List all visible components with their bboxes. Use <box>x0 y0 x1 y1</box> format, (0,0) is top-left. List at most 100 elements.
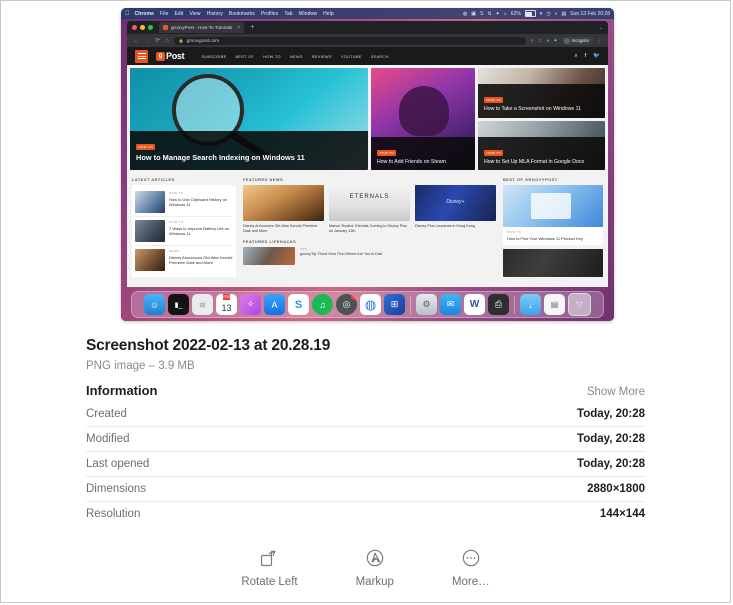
affinity-photo-icon[interactable]: ✧ <box>240 294 261 315</box>
documents-stack-icon[interactable]: ▤ <box>544 294 565 315</box>
row-key: Last opened <box>86 458 150 470</box>
hamburger-menu-icon[interactable] <box>135 49 148 63</box>
zoom-button[interactable] <box>148 25 153 30</box>
parallels-windows-icon[interactable]: ⊞ <box>384 294 405 315</box>
list-item[interactable]: NEWS Disney Announces Obi-Wan Kenobi Pre… <box>135 246 233 274</box>
hero-card-mla[interactable]: HOW TO How to Set Up MLA Format in Googl… <box>478 120 605 170</box>
menu-item-view[interactable]: View <box>190 11 201 17</box>
list-item[interactable]: Disney Plus Launches in Hong Kong <box>415 185 496 234</box>
best-of-thumbnail-secondary[interactable] <box>503 249 603 278</box>
menu-item-history[interactable]: History <box>207 11 223 17</box>
terminal-icon[interactable]: ▮_ <box>168 294 189 315</box>
chevron-down-icon[interactable]: ⌄ <box>599 25 603 31</box>
list-item[interactable]: HOW TO How to Use Clipboard History on W… <box>135 188 233 217</box>
screenshot-preview[interactable]:  Chrome File Edit View History Bookmark… <box>121 8 614 321</box>
extension-icon[interactable]: ✦ <box>553 38 557 44</box>
list-item[interactable]: HOW TO How to Find Your Windows 11 Produ… <box>503 185 603 246</box>
minimize-button[interactable] <box>140 25 145 30</box>
control-center-icon[interactable]: ▤ <box>562 11 567 17</box>
nav-link-subscribe[interactable]: SUBSCRIBE <box>201 54 226 59</box>
nav-link-best-of[interactable]: BEST OF <box>236 54 255 59</box>
hey-mail-icon[interactable]: ◎ 1 <box>336 294 357 315</box>
hero-r1-title: How to Take a Screenshot on Windows 11 <box>484 106 581 112</box>
close-icon[interactable]: × <box>237 25 240 31</box>
twitter-icon[interactable]: 🐦 <box>593 53 600 59</box>
microsoft-word-icon[interactable]: W <box>464 294 485 315</box>
nav-link-how-to[interactable]: HOW TO <box>263 54 281 59</box>
bluetooth-icon[interactable]: ✦ <box>496 11 500 17</box>
list-item[interactable]: Disney Announces Obi-Wan Kenobi Premiere… <box>243 185 324 234</box>
lifehack-meta: TIPS <box>300 247 307 252</box>
calendar-icon[interactable]: FEB 13 <box>216 294 237 315</box>
bookmark-star-icon[interactable]: ☆ <box>538 38 542 44</box>
list-item[interactable]: HOW TO 7 Ways to Improve Battery Life on… <box>135 217 233 246</box>
site-logo[interactable]: g Post <box>156 51 185 61</box>
rotate-left-label: Rotate Left <box>241 576 298 588</box>
nav-link-reviews[interactable]: REVIEWS <box>312 54 332 59</box>
list-item[interactable]: TIPS groovyTip: Flood Here Find Where Ar… <box>243 247 496 266</box>
forward-icon[interactable]: → <box>144 38 150 44</box>
menu-item-bookmarks[interactable]: Bookmarks <box>229 11 255 17</box>
website-content: g Post SUBSCRIBE BEST OF HOW TO NEWS REV… <box>127 47 608 287</box>
new-tab-button[interactable]: + <box>250 24 254 31</box>
list-item[interactable]: Marvel Studios' Eternals Coming to Disne… <box>329 185 410 234</box>
nav-link-news[interactable]: NEWS <box>290 54 303 59</box>
information-header: Information Show More <box>86 383 645 398</box>
markup-button[interactable]: Markup <box>356 547 394 588</box>
facebook-icon[interactable]: f <box>585 53 587 59</box>
skype-icon[interactable]: S <box>480 11 483 17</box>
mail-icon[interactable]: ✉ <box>440 294 461 315</box>
reload-icon[interactable]: ⟳ <box>155 38 160 44</box>
google-chrome-icon[interactable]: ◍ <box>360 294 381 315</box>
hero-card-main[interactable]: HOW TO How to Manage Search Indexing on … <box>130 68 368 170</box>
more-button[interactable]: More… <box>452 547 490 588</box>
menu-item-edit[interactable]: Edit <box>174 11 183 17</box>
nav-link-search[interactable]: SEARCH <box>371 54 389 59</box>
zoom-icon[interactable]: ⌕ <box>531 38 534 44</box>
launchpad-icon[interactable]: ⦂⦂ <box>192 294 213 315</box>
finder-icon[interactable]: ☺ <box>144 294 165 315</box>
back-icon[interactable]: ← <box>133 38 139 44</box>
printer-icon[interactable]: ⎙ <box>488 294 509 315</box>
menu-bar-clock[interactable]: Sun 13 Feb 20:28 <box>570 11 610 17</box>
rotate-left-button[interactable]: Rotate Left <box>241 547 298 588</box>
kebab-menu-icon[interactable]: ⋮ <box>597 38 602 44</box>
wifi-icon[interactable]: ▾ <box>540 11 543 17</box>
incognito-profile-button[interactable]: Incognito <box>561 36 593 45</box>
browser-tab-strip: groovyPost - How-To Tutorials × + ⌄ <box>127 21 608 34</box>
setapp-icon[interactable]: S <box>288 294 309 315</box>
show-more-button[interactable]: Show More <box>587 386 645 398</box>
menu-item-profiles[interactable]: Profiles <box>261 11 278 17</box>
nav-link-youtube[interactable]: YOUTUBE <box>341 54 362 59</box>
apple-logo-icon[interactable]:  <box>125 11 130 17</box>
trash-icon[interactable]: ▽ <box>568 293 591 316</box>
bartender-icon[interactable]: ⇅ <box>487 11 491 17</box>
system-preferences-icon[interactable]: ⚙ <box>416 294 437 315</box>
menu-item-chrome[interactable]: Chrome <box>135 11 155 17</box>
hero-card-screenshot[interactable]: HOW TO How to Take a Screenshot on Windo… <box>478 68 605 118</box>
address-bar[interactable]: 🔒 groovypost.com <box>173 36 527 45</box>
menu-item-window[interactable]: Window <box>299 11 317 17</box>
hero-r2-title: How to Set Up MLA Format in Google Docs <box>484 158 585 165</box>
home-icon[interactable]: ⌂ <box>165 38 169 44</box>
downloads-folder-icon[interactable]: ↓ <box>520 294 541 315</box>
lifehack-title: groovyTip: Flood Here Find Where Are You… <box>300 252 382 257</box>
dropbox-icon[interactable]: ◍ <box>463 11 467 17</box>
hero-card-steam[interactable]: HOW TO How to Add Friends on Steam <box>371 68 475 170</box>
spotlight-search-icon[interactable]: ⌕ <box>555 11 558 17</box>
search-icon[interactable]: ⌕ <box>575 53 578 60</box>
close-button[interactable] <box>132 25 137 30</box>
airplay-icon[interactable]: ⌂ <box>504 11 507 17</box>
extension-blue-icon[interactable]: ● <box>546 38 549 44</box>
screen-icon[interactable]: ▣ <box>471 11 476 17</box>
clock-icon[interactable]: ◷ <box>546 11 550 17</box>
menu-item-file[interactable]: File <box>160 11 168 17</box>
app-store-icon[interactable]: A <box>264 294 285 315</box>
battery-icon[interactable] <box>524 10 536 17</box>
site-nav-links: SUBSCRIBE BEST OF HOW TO NEWS REVIEWS YO… <box>201 54 388 59</box>
menu-item-tab[interactable]: Tab <box>284 11 292 17</box>
spotify-icon[interactable]: ♫ <box>312 294 333 315</box>
browser-tab[interactable]: groovyPost - How-To Tutorials × <box>159 22 245 33</box>
window-traffic-lights <box>132 25 153 30</box>
menu-item-help[interactable]: Help <box>323 11 334 17</box>
